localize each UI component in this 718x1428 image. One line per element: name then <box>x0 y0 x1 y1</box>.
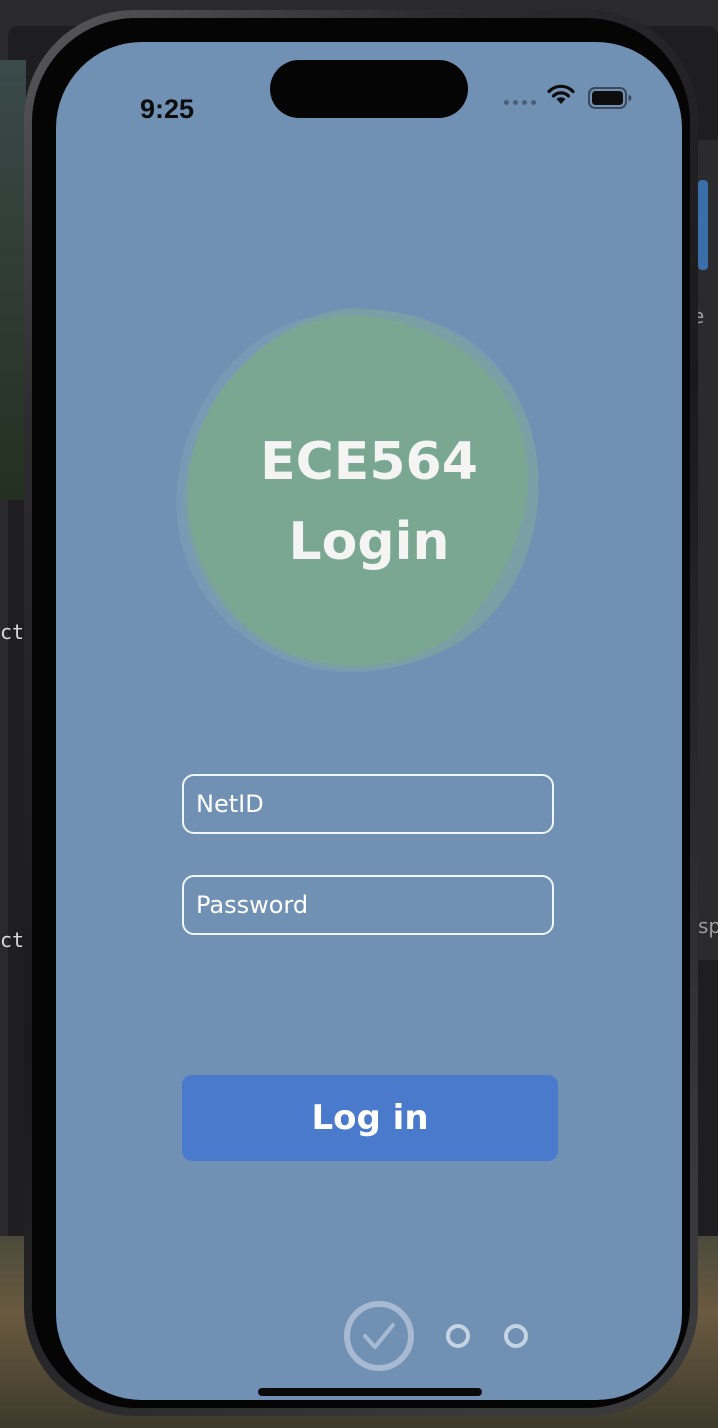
page-indicator[interactable] <box>344 1300 534 1372</box>
status-bar-time: 9:25 <box>140 94 195 124</box>
checkmark-circle-icon[interactable] <box>344 1301 414 1371</box>
login-button-label: Log in <box>311 1098 429 1138</box>
battery-icon <box>588 87 632 109</box>
home-indicator[interactable] <box>258 1388 482 1396</box>
phone-screen: 9:25 ECE564 Login NetID Password Log in <box>56 42 682 1400</box>
background-code-text: ct <box>0 928 25 952</box>
netid-field[interactable]: NetID <box>182 774 554 834</box>
iphone-frame: 9:25 ECE564 Login NetID Password Log in <box>24 10 698 1416</box>
login-button[interactable]: Log in <box>182 1075 558 1161</box>
wifi-icon <box>547 84 575 104</box>
netid-placeholder: NetID <box>196 790 264 818</box>
page-dot-3[interactable] <box>504 1324 528 1348</box>
cellular-signal-icon <box>504 100 536 105</box>
password-field[interactable]: Password <box>182 875 554 935</box>
background-blue-tab <box>698 180 708 270</box>
login-title-line-2: Login <box>288 512 450 572</box>
login-title-line-1: ECE564 <box>260 432 478 492</box>
password-placeholder: Password <box>196 891 309 919</box>
background-code-text: ct <box>0 620 25 644</box>
dynamic-island <box>270 60 468 118</box>
background-wallpaper-left <box>0 60 26 500</box>
login-title: ECE564 Login <box>172 422 566 582</box>
phone-bezel: 9:25 ECE564 Login NetID Password Log in <box>32 18 690 1408</box>
page-dot-2[interactable] <box>446 1324 470 1348</box>
background-side-text: sp <box>698 914 718 938</box>
